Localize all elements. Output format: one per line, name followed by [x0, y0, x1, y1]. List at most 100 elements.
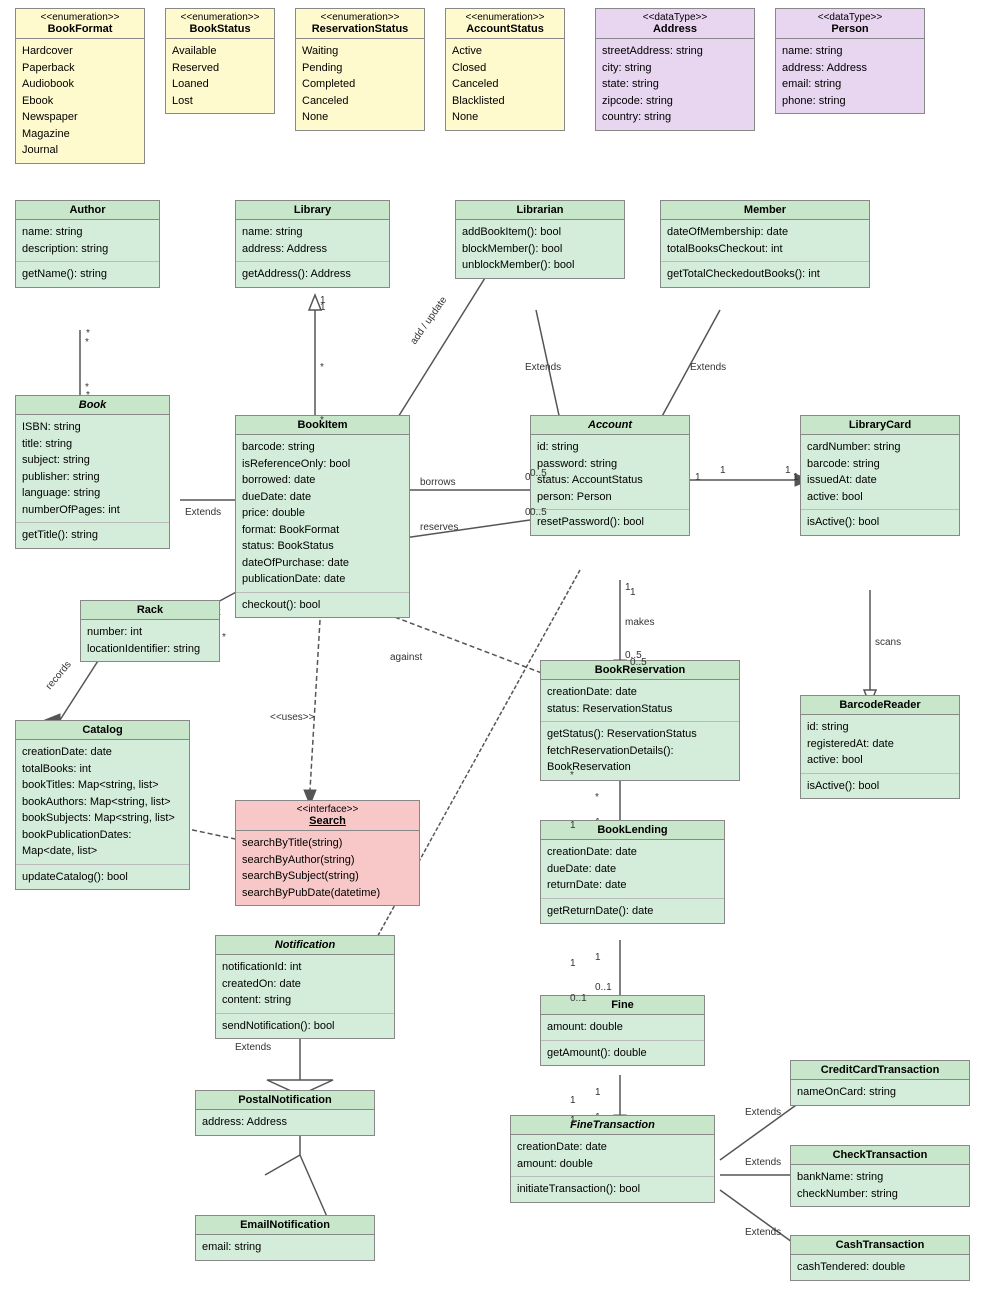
credit-card-transaction-header: CreditCardTransaction: [791, 1061, 969, 1080]
check-transaction-box: CheckTransaction bankName: stringcheckNu…: [790, 1145, 970, 1207]
svg-text:reserves: reserves: [420, 522, 458, 533]
library-name: Library: [294, 204, 331, 216]
librarian-header: Librarian: [456, 201, 624, 220]
fine-transaction-box: FineTransaction creationDate: dateamount…: [510, 1115, 715, 1203]
person-header: <<dataType>> Person: [776, 9, 924, 39]
account-status-values: ActiveClosedCanceledBlacklistedNone: [446, 39, 564, 130]
barcode-reader-methods: isActive(): bool: [801, 774, 959, 799]
reservation-status-box: <<enumeration>> ReservationStatus Waitin…: [295, 8, 425, 131]
book-header: Book: [16, 396, 169, 415]
credit-card-transaction-fields: nameOnCard: string: [791, 1080, 969, 1105]
search-header: <<interface>> Search: [236, 801, 419, 831]
library-card-name: LibraryCard: [849, 419, 911, 431]
book-fields: ISBN: stringtitle: stringsubject: string…: [16, 415, 169, 523]
book-format-box: <<enumeration>> BookFormat HardcoverPape…: [15, 8, 145, 164]
svg-text:Extends: Extends: [745, 1227, 781, 1238]
library-card-header: LibraryCard: [801, 416, 959, 435]
book-format-stereotype: <<enumeration>>: [21, 12, 139, 23]
catalog-name: Catalog: [82, 724, 122, 736]
account-header: Account: [531, 416, 689, 435]
star-label-1: *: [86, 328, 90, 339]
one-label-lib: 1: [320, 295, 326, 306]
address-fields: streetAddress: stringcity: stringstate: …: [596, 39, 754, 130]
library-methods: getAddress(): Address: [236, 262, 389, 287]
one-label-makes: 1: [630, 587, 636, 598]
account-status-name: AccountStatus: [451, 23, 559, 35]
fine-transaction-name: FineTransaction: [570, 1119, 655, 1131]
reservation-status-stereotype: <<enumeration>>: [301, 12, 419, 23]
member-name: Member: [744, 204, 786, 216]
one-label-ft2: 1: [570, 1115, 576, 1126]
book-methods: getTitle(): string: [16, 523, 169, 548]
book-status-stereotype: <<enumeration>>: [171, 12, 269, 23]
svg-text:add / update: add / update: [408, 295, 449, 347]
barcode-reader-name: BarcodeReader: [839, 699, 920, 711]
credit-card-transaction-box: CreditCardTransaction nameOnCard: string: [790, 1060, 970, 1106]
postal-notification-box: PostalNotification address: Address: [195, 1090, 375, 1136]
svg-text:1: 1: [595, 952, 601, 963]
reservation-status-name: ReservationStatus: [301, 23, 419, 35]
cash-transaction-header: CashTransaction: [791, 1236, 969, 1255]
svg-text:Extends: Extends: [690, 362, 726, 373]
address-header: <<dataType>> Address: [596, 9, 754, 39]
book-reservation-box: BookReservation creationDate: datestatus…: [540, 660, 740, 781]
svg-text:1: 1: [720, 465, 726, 476]
search-methods: searchByTitle(string)searchByAuthor(stri…: [236, 831, 419, 905]
svg-text:against: against: [390, 652, 422, 663]
reservation-status-values: WaitingPendingCompletedCanceledNone: [296, 39, 424, 130]
svg-text:borrows: borrows: [420, 477, 456, 488]
book-format-name: BookFormat: [21, 23, 139, 35]
account-status-header: <<enumeration>> AccountStatus: [446, 9, 564, 39]
notification-header: Notification: [216, 936, 394, 955]
fine-name: Fine: [611, 999, 634, 1011]
librarian-box: Librarian addBookItem(): boolblockMember…: [455, 200, 625, 279]
book-item-box: BookItem barcode: stringisReferenceOnly:…: [235, 415, 410, 618]
svg-text:scans: scans: [875, 637, 901, 648]
check-transaction-header: CheckTransaction: [791, 1146, 969, 1165]
zero5-label-reserves: 0..5: [530, 507, 547, 518]
author-box: Author name: stringdescription: string g…: [15, 200, 160, 288]
one-label-ft1: 1: [570, 1095, 576, 1106]
svg-text:Extends: Extends: [745, 1157, 781, 1168]
barcode-reader-box: BarcodeReader id: stringregisteredAt: da…: [800, 695, 960, 799]
book-status-values: AvailableReservedLoanedLost: [166, 39, 274, 113]
svg-text:Extends: Extends: [185, 507, 221, 518]
fine-transaction-header: FineTransaction: [511, 1116, 714, 1135]
credit-card-transaction-name: CreditCardTransaction: [821, 1064, 940, 1076]
one-label-fine1: 1: [570, 958, 576, 969]
fine-box: Fine amount: double getAmount(): double: [540, 995, 705, 1066]
rack-box: Rack number: intlocationIdentifier: stri…: [80, 600, 220, 662]
person-stereotype: <<dataType>>: [781, 12, 919, 23]
cash-transaction-box: CashTransaction cashTendered: double: [790, 1235, 970, 1281]
library-card-methods: isActive(): bool: [801, 510, 959, 535]
book-lending-fields: creationDate: datedueDate: datereturnDat…: [541, 840, 724, 899]
svg-text:<<uses>>: <<uses>>: [270, 712, 315, 723]
fine-fields: amount: double: [541, 1015, 704, 1041]
catalog-box: Catalog creationDate: datetotalBooks: in…: [15, 720, 190, 890]
library-card-fields: cardNumber: stringbarcode: stringissuedA…: [801, 435, 959, 510]
book-name: Book: [79, 399, 107, 411]
email-notification-name: EmailNotification: [240, 1219, 330, 1231]
reservation-status-header: <<enumeration>> ReservationStatus: [296, 9, 424, 39]
check-transaction-name: CheckTransaction: [833, 1149, 928, 1161]
barcode-reader-header: BarcodeReader: [801, 696, 959, 715]
svg-text:1: 1: [785, 465, 791, 476]
address-box: <<dataType>> Address streetAddress: stri…: [595, 8, 755, 131]
author-fields: name: stringdescription: string: [16, 220, 159, 262]
librarian-name: Librarian: [516, 204, 563, 216]
zero5-label-makes: 0..5: [630, 657, 647, 668]
diagram-container: * * Extends placed at * 1 records * 1 Ex…: [0, 0, 993, 1294]
barcode-reader-fields: id: stringregisteredAt: dateactive: bool: [801, 715, 959, 774]
person-fields: name: stringaddress: Addressemail: strin…: [776, 39, 924, 113]
book-reservation-fields: creationDate: datestatus: ReservationSta…: [541, 680, 739, 722]
notification-methods: sendNotification(): bool: [216, 1014, 394, 1039]
author-header: Author: [16, 201, 159, 220]
library-card-box: LibraryCard cardNumber: stringbarcode: s…: [800, 415, 960, 536]
star-label-lib: *: [320, 415, 324, 426]
catalog-fields: creationDate: datetotalBooks: intbookTit…: [16, 740, 189, 865]
svg-text:records: records: [44, 659, 74, 692]
svg-text:*: *: [222, 632, 226, 643]
book-item-fields: barcode: stringisReferenceOnly: boolborr…: [236, 435, 409, 593]
rack-fields: number: intlocationIdentifier: string: [81, 620, 219, 661]
email-notification-fields: email: string: [196, 1235, 374, 1260]
